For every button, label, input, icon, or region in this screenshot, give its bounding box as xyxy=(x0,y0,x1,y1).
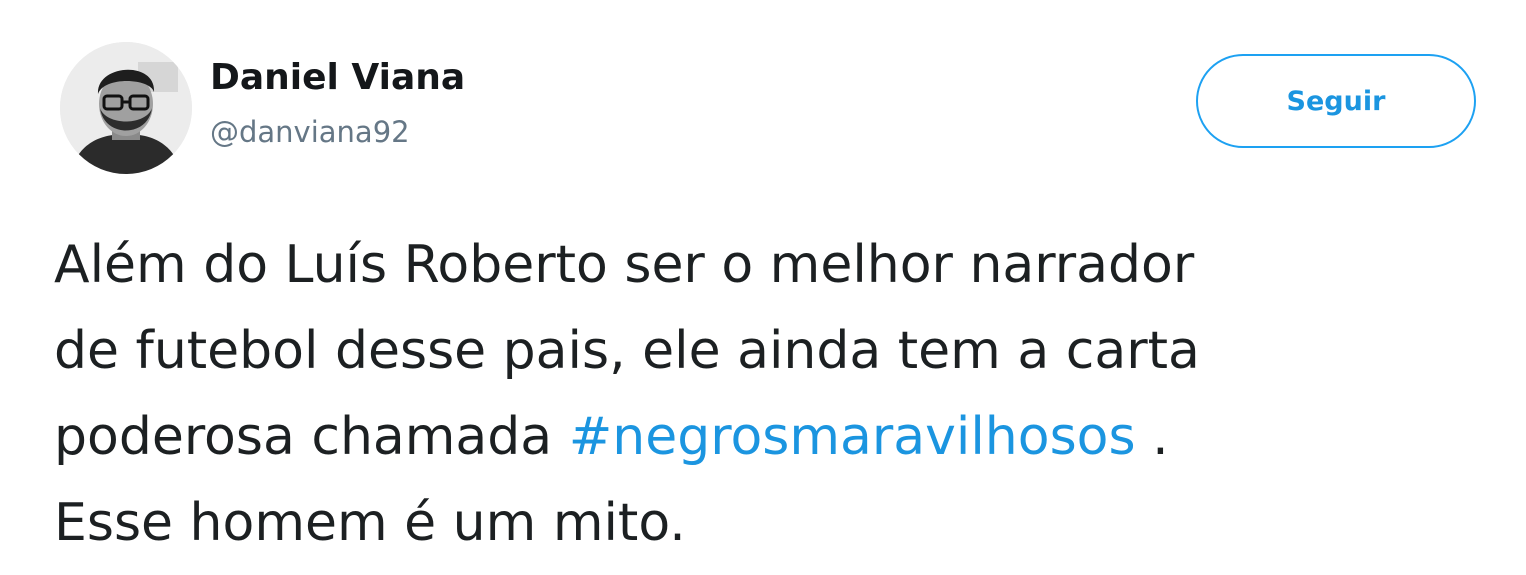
author-handle[interactable]: @danviana92 xyxy=(210,115,410,150)
tweet-text-line: Além do Luís Roberto ser o melhor narrad… xyxy=(54,235,1195,295)
tweet-text: Além do Luís Roberto ser o melhor narrad… xyxy=(54,222,1514,566)
tweet-text-line: Esse homem é um mito. xyxy=(54,493,686,553)
hashtag-link[interactable]: #negrosmaravilhosos xyxy=(569,407,1136,467)
author-display-name[interactable]: Daniel Viana xyxy=(210,56,465,99)
tweet-text-line: poderosa chamada #negrosmaravilhosos . xyxy=(54,394,1514,480)
tweet-text-segment: . xyxy=(1135,407,1169,467)
avatar[interactable] xyxy=(60,42,192,174)
tweet-text-segment: poderosa chamada xyxy=(54,407,569,467)
user-avatar-icon xyxy=(60,42,192,174)
tweet-text-line: de futebol desse pais, ele ainda tem a c… xyxy=(54,321,1200,381)
follow-button[interactable]: Seguir xyxy=(1196,54,1476,148)
